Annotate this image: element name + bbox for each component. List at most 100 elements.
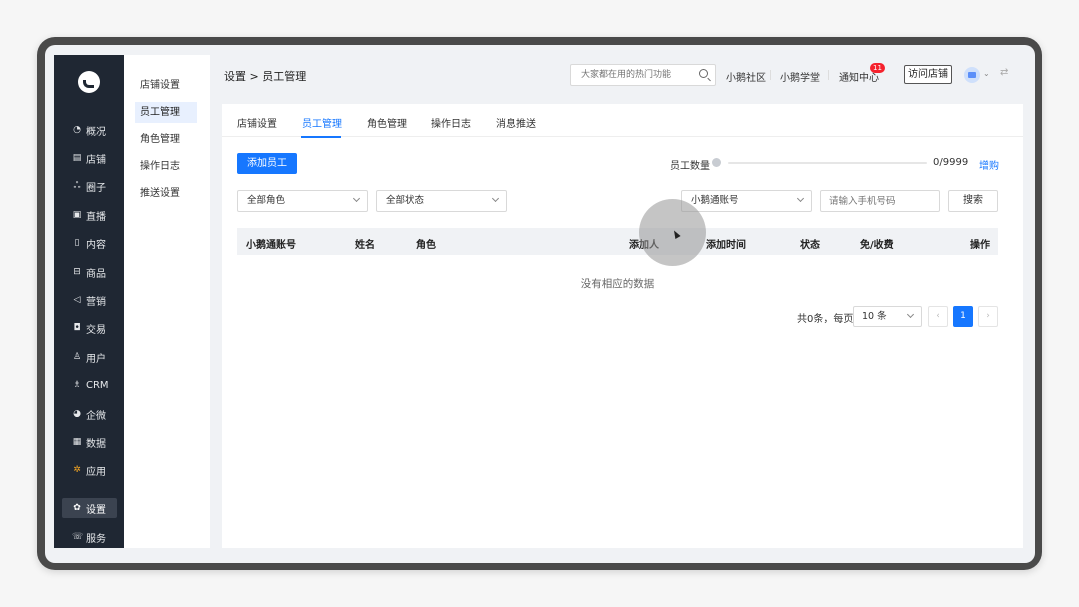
empty-state-text: 没有相应的数据 <box>580 278 655 290</box>
status-filter-select[interactable]: 全部状态 <box>376 190 507 212</box>
nav-item-label: 数据 <box>86 438 106 450</box>
phone-field[interactable] <box>820 190 940 212</box>
tab-employee-management[interactable]: 员工管理 <box>302 115 342 130</box>
page-size-select[interactable]: 10 条 <box>853 306 922 327</box>
data-icon: ▦ <box>72 437 82 447</box>
account-type-select[interactable]: 小鹅通账号 <box>681 190 812 212</box>
purchase-more-link[interactable]: 增购 <box>979 157 999 172</box>
notification-badge: 11 <box>870 63 885 73</box>
nav-item-label: 交易 <box>86 324 106 336</box>
search-button[interactable]: 搜索 <box>948 190 998 212</box>
product-icon: ⊟ <box>73 267 81 277</box>
nav-item-label: 用户 <box>86 353 106 365</box>
breadcrumb: 设置 > 员工管理 <box>224 70 307 83</box>
subnav-item-operation-log[interactable]: 操作日志 <box>135 156 197 177</box>
chevron-down-icon[interactable]: ⌄ <box>983 69 990 78</box>
nav-item-label: 服务 <box>86 533 106 545</box>
chevron-down-icon <box>906 310 915 319</box>
nav-item-apps[interactable]: ✲ 应用 <box>62 460 117 480</box>
nav-item-label: 概况 <box>86 126 106 138</box>
nav-item-label: 直播 <box>86 211 106 223</box>
subnav-item-employee-management[interactable]: 员工管理 <box>135 102 197 123</box>
content-panel: 店铺设置 员工管理 角色管理 操作日志 消息推送 添加员工 员工数量 0/999… <box>222 104 1023 548</box>
column-header-account: 小鹅通账号 <box>246 240 296 251</box>
pagination-total: 共0条，每页 <box>797 314 854 325</box>
status-filter-value: 全部状态 <box>386 195 425 206</box>
nav-item-service[interactable]: ☏ 服务 <box>62 527 117 547</box>
phone-input[interactable] <box>821 191 937 211</box>
subnav-item-store-settings[interactable]: 店铺设置 <box>135 75 197 96</box>
wecom-icon: ◕ <box>73 409 81 419</box>
switch-icon[interactable]: ⇄ <box>1000 67 1008 78</box>
nav-item-label: 店铺 <box>86 154 106 166</box>
nav-item-label: 商品 <box>86 268 106 280</box>
live-video-icon: ▣ <box>72 210 82 220</box>
nav-item-user[interactable]: ♙ 用户 <box>62 347 117 367</box>
academy-link[interactable]: 小鹅学堂 <box>780 69 820 84</box>
global-search[interactable] <box>570 64 716 86</box>
nav-item-shop[interactable]: ▤ 店铺 <box>62 148 117 168</box>
tab-store-settings[interactable]: 店铺设置 <box>237 115 277 130</box>
page-size-value: 10 条 <box>862 311 887 322</box>
nav-item-label: 设置 <box>86 504 106 516</box>
nav-item-crm[interactable]: ♗ CRM <box>62 375 117 395</box>
visit-store-button[interactable]: 访问店铺 <box>904 65 952 84</box>
nav-item-users-group[interactable]: ஃ 圈子 <box>62 176 117 196</box>
community-link[interactable]: 小鹅社区 <box>726 69 766 84</box>
avatar[interactable] <box>964 67 980 83</box>
add-employee-button[interactable]: 添加员工 <box>237 153 297 174</box>
subnav-item-role-management[interactable]: 角色管理 <box>135 129 197 150</box>
brand-logo-icon[interactable] <box>78 71 100 93</box>
role-filter-select[interactable]: 全部角色 <box>237 190 368 212</box>
users-group-icon: ஃ <box>73 180 81 191</box>
service-icon: ☏ <box>72 532 84 542</box>
next-page-button[interactable]: › <box>978 306 998 327</box>
search-input[interactable] <box>571 65 691 85</box>
nav-item-megaphone[interactable]: ◁ 营销 <box>62 290 117 310</box>
trade-icon: ◘ <box>73 323 81 333</box>
divider <box>828 70 829 80</box>
nav-item-label: CRM <box>86 379 109 391</box>
nav-item-label: 应用 <box>86 466 106 478</box>
chevron-down-icon <box>491 194 500 203</box>
nav-item-wecom[interactable]: ◕ 企微 <box>62 404 117 424</box>
primary-sidebar: ◔ 概况 ▤ 店铺 ஃ 圈子 ▣ 直播 ▯ 内容 ⊟ 商品 ◁ 营销 ◘ 交易 ♙ 用户 ♗ CRM ◕ 企微 ▦ 数据 ✲ 应用… <box>54 55 124 548</box>
column-header-fee: 免/收费 <box>860 240 894 251</box>
nav-item-label: 营销 <box>86 296 106 308</box>
nav-item-document[interactable]: ▯ 内容 <box>62 233 117 253</box>
user-icon: ♙ <box>72 352 82 362</box>
nav-item-label: 圈子 <box>86 182 106 194</box>
prev-page-button[interactable]: ‹ <box>928 306 948 327</box>
tab-role-management[interactable]: 角色管理 <box>367 115 407 130</box>
employee-count-label: 员工数量 <box>670 161 710 172</box>
apps-icon: ✲ <box>73 465 81 475</box>
shop-icon: ▤ <box>72 153 82 163</box>
active-tab-indicator <box>301 136 341 138</box>
nav-item-product[interactable]: ⊟ 商品 <box>62 262 117 282</box>
subnav-item-push-settings[interactable]: 推送设置 <box>135 183 197 204</box>
chart-pie-icon: ◔ <box>73 125 81 135</box>
table-header: 小鹅通账号 姓名 角色 添加人 添加时间 状态 免/收费 操作 <box>237 228 998 255</box>
account-type-value: 小鹅通账号 <box>691 195 739 206</box>
nav-item-chart-pie[interactable]: ◔ 概况 <box>62 120 117 140</box>
secondary-sidebar: 店铺设置 员工管理 角色管理 操作日志 推送设置 <box>124 55 210 548</box>
nav-item-live-video[interactable]: ▣ 直播 <box>62 205 117 225</box>
column-header-name: 姓名 <box>355 240 375 251</box>
nav-item-trade[interactable]: ◘ 交易 <box>62 318 117 338</box>
search-icon[interactable] <box>699 69 708 78</box>
nav-item-label: 企微 <box>86 410 106 422</box>
tab-operation-log[interactable]: 操作日志 <box>431 115 471 130</box>
tab-message-push[interactable]: 消息推送 <box>496 115 536 130</box>
info-icon[interactable] <box>712 158 721 167</box>
nav-item-settings[interactable]: ✿ 设置 <box>62 498 117 518</box>
settings-icon: ✿ <box>73 503 81 513</box>
app-window: ◔ 概况 ▤ 店铺 ஃ 圈子 ▣ 直播 ▯ 内容 ⊟ 商品 ◁ 营销 ◘ 交易 ♙ 用户 ♗ CRM ◕ 企微 ▦ 数据 ✲ 应用… <box>45 45 1035 563</box>
nav-item-data[interactable]: ▦ 数据 <box>62 432 117 452</box>
megaphone-icon: ◁ <box>73 295 81 305</box>
role-filter-value: 全部角色 <box>247 195 286 206</box>
chevron-down-icon <box>796 194 805 203</box>
employee-count-value: 0/9999 <box>933 157 969 168</box>
employee-quota-progress <box>728 162 927 164</box>
column-header-role: 角色 <box>416 240 436 251</box>
page-number-button[interactable]: 1 <box>953 306 973 327</box>
